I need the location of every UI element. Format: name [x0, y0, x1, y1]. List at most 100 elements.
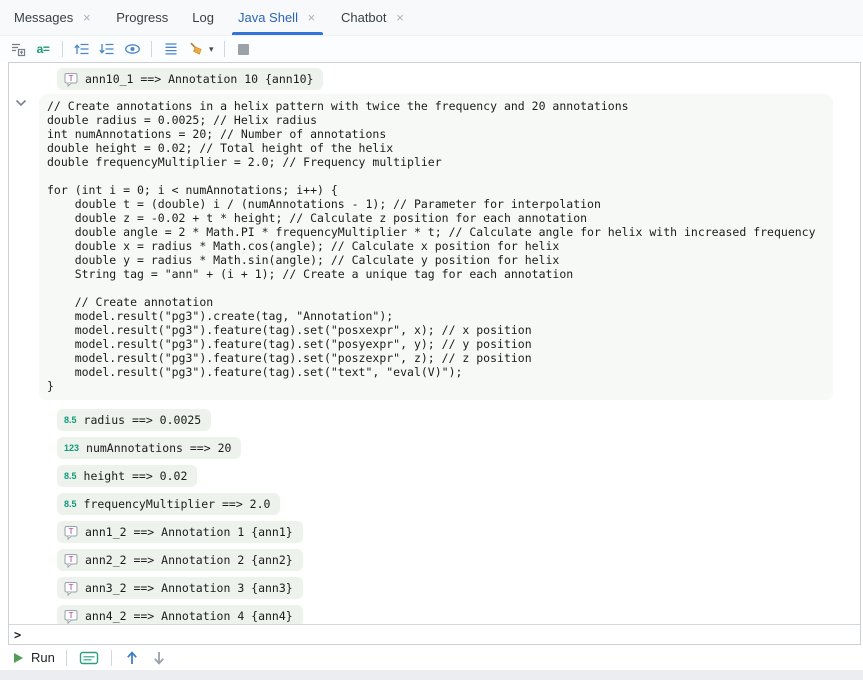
- wrap-lines-icon[interactable]: [9, 40, 27, 58]
- code-line: int numAnnotations = 20; // Number of an…: [47, 127, 833, 141]
- result-text: frequencyMultiplier ==> 2.0: [84, 497, 271, 511]
- close-icon[interactable]: ×: [81, 11, 92, 24]
- svg-text:T: T: [69, 527, 74, 536]
- result-chip: 8.5 radius ==> 0.0025: [57, 409, 211, 431]
- annotation-icon: T: [64, 72, 78, 87]
- result-text: numAnnotations ==> 20: [86, 441, 231, 455]
- next-command-icon[interactable]: [150, 649, 168, 667]
- code-line: // Create annotation: [47, 295, 833, 309]
- close-icon[interactable]: ×: [395, 11, 406, 24]
- code-line: for (int i = 0; i < numAnnotations; i++)…: [47, 183, 833, 197]
- shell-input[interactable]: [21, 625, 860, 644]
- expand-all-icon[interactable]: [98, 40, 116, 58]
- annotation-icon: T: [64, 609, 78, 624]
- result-chip: T ann1_2 ==> Annotation 1 {ann1}: [57, 521, 303, 543]
- double-type-icon: 8.5: [64, 499, 77, 509]
- tab-progress[interactable]: Progress: [104, 0, 180, 35]
- show-values-glyph: a=: [37, 42, 50, 56]
- play-icon: [13, 652, 24, 664]
- eye-icon[interactable]: [123, 40, 141, 58]
- prompt-symbol: >: [14, 628, 21, 642]
- code-line: model.result("pg3").feature(tag).set("po…: [47, 337, 833, 351]
- annotation-icon: T: [64, 525, 78, 540]
- tab-chatbot[interactable]: Chatbot ×: [329, 0, 418, 35]
- tab-label: Java Shell: [238, 10, 298, 25]
- result-text: height ==> 0.02: [84, 469, 188, 483]
- result-text: ann2_2 ==> Annotation 2 {ann2}: [85, 553, 293, 567]
- annotation-icon: T: [64, 553, 78, 568]
- stop-icon[interactable]: [235, 40, 253, 58]
- history-icon[interactable]: [162, 40, 180, 58]
- tab-label: Progress: [116, 10, 168, 25]
- result-chip: 8.5 frequencyMultiplier ==> 2.0: [57, 493, 280, 515]
- collapse-all-icon[interactable]: [73, 40, 91, 58]
- code-line: model.result("pg3").create(tag, "Annotat…: [47, 309, 833, 323]
- run-button[interactable]: Run: [13, 650, 55, 665]
- code-line: double t = (double) i / (numAnnotations …: [47, 197, 833, 211]
- result-text: ann1_2 ==> Annotation 1 {ann1}: [85, 525, 293, 539]
- toolbar-separator: [111, 650, 112, 666]
- toolbar-separator: [62, 41, 63, 57]
- code-line: String tag = "ann" + (i + 1); // Create …: [47, 267, 833, 281]
- double-type-icon: 8.5: [64, 415, 77, 425]
- int-type-icon: 123: [64, 443, 79, 453]
- code-line: double height = 0.02; // Total height of…: [47, 141, 833, 155]
- result-chip: T ann2_2 ==> Annotation 2 {ann2}: [57, 549, 303, 571]
- java-shell-window: Messages × Progress Log Java Shell × Cha…: [0, 0, 863, 680]
- code-cell[interactable]: // Create annotations in a helix pattern…: [39, 94, 833, 400]
- run-button-label: Run: [31, 650, 55, 665]
- clear-console-icon[interactable]: [187, 40, 205, 58]
- code-line: double y = radius * Math.sin(angle); // …: [47, 253, 833, 267]
- result-text: ann4_2 ==> Annotation 4 {ann4}: [85, 609, 293, 623]
- tab-label: Chatbot: [341, 10, 387, 25]
- svg-text:T: T: [69, 611, 74, 620]
- tab-bar: Messages × Progress Log Java Shell × Cha…: [0, 0, 863, 36]
- code-line: double x = radius * Math.cos(angle); // …: [47, 239, 833, 253]
- tab-label: Log: [192, 10, 214, 25]
- editor-mode-icon[interactable]: [78, 649, 100, 667]
- result-chip: 8.5 height ==> 0.02: [57, 465, 197, 487]
- stop-square: [238, 44, 249, 55]
- annotation-icon: T: [64, 581, 78, 596]
- result-text: ann3_2 ==> Annotation 3 {ann3}: [85, 581, 293, 595]
- bottom-toolbar: Run: [0, 645, 863, 670]
- console-panel: T ann10_1 ==> Annotation 10 {ann10} // C…: [8, 62, 861, 645]
- code-line: double radius = 0.0025; // Helix radius: [47, 113, 833, 127]
- active-tab-underline: [232, 32, 323, 35]
- code-line: [47, 169, 833, 183]
- tab-log[interactable]: Log: [180, 0, 226, 35]
- svg-text:T: T: [69, 555, 74, 564]
- console-output-area[interactable]: T ann10_1 ==> Annotation 10 {ann10} // C…: [9, 63, 860, 624]
- result-chip: T ann4_2 ==> Annotation 4 {ann4}: [57, 605, 303, 624]
- show-values-icon[interactable]: a=: [34, 40, 52, 58]
- result-chip: T ann3_2 ==> Annotation 3 {ann3}: [57, 577, 303, 599]
- code-line: // Create annotations in a helix pattern…: [47, 99, 833, 113]
- code-section: // Create annotations in a helix pattern…: [9, 94, 860, 400]
- code-line: model.result("pg3").feature(tag).set("te…: [47, 365, 833, 379]
- close-icon[interactable]: ×: [306, 11, 317, 24]
- code-line: double angle = 2 * Math.PI * frequencyMu…: [47, 225, 833, 239]
- toolbar-separator: [224, 41, 225, 57]
- code-line: model.result("pg3").feature(tag).set("po…: [47, 351, 833, 365]
- code-line: [47, 281, 833, 295]
- svg-text:T: T: [69, 74, 74, 83]
- tab-messages[interactable]: Messages ×: [2, 0, 104, 35]
- tab-java-shell[interactable]: Java Shell ×: [226, 0, 329, 35]
- result-text: ann10_1 ==> Annotation 10 {ann10}: [85, 72, 313, 86]
- toolbar-separator: [66, 650, 67, 666]
- previous-command-icon[interactable]: [123, 649, 141, 667]
- result-text: radius ==> 0.0025: [84, 413, 202, 427]
- svg-text:T: T: [69, 583, 74, 592]
- tab-label: Messages: [14, 10, 73, 25]
- code-line: model.result("pg3").feature(tag).set("po…: [47, 323, 833, 337]
- result-chip: 123 numAnnotations ==> 20: [57, 437, 241, 459]
- double-type-icon: 8.5: [64, 471, 77, 481]
- toolbar-separator: [151, 41, 152, 57]
- result-chip: T ann10_1 ==> Annotation 10 {ann10}: [57, 68, 323, 90]
- code-line: double z = -0.02 + t * height; // Calcul…: [47, 211, 833, 225]
- prompt-row: >: [9, 624, 860, 644]
- console-toolbar: a=: [0, 36, 863, 62]
- clear-dropdown-caret[interactable]: ▾: [209, 44, 214, 55]
- code-line: double frequencyMultiplier = 2.0; // Fre…: [47, 155, 833, 169]
- chevron-down-icon[interactable]: [15, 98, 27, 108]
